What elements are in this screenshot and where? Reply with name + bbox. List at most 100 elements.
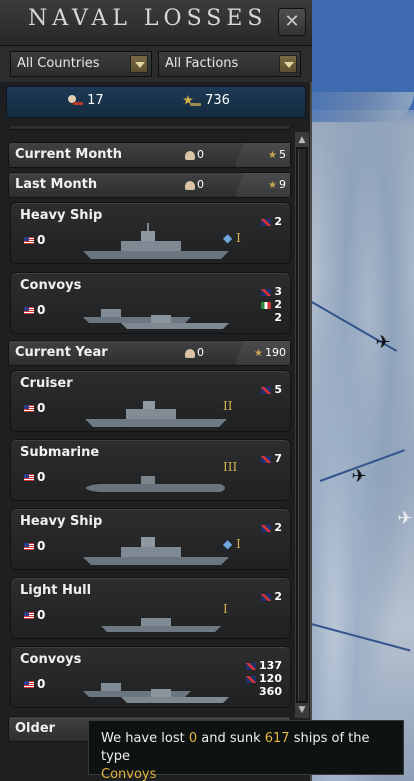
rank-badge: I [223,602,228,616]
plane-icon[interactable]: ✈ [348,466,370,488]
group-sunk: ★ 9 [268,178,286,191]
chevron-down-icon [130,55,148,73]
ship-card-light-hull[interactable]: Light Hull 0 I 2 [10,577,291,639]
naval-losses-panel: Naval Losses ✕ All Countries All Faction… [0,0,312,781]
uk-flag-icon [261,455,272,463]
uk-flag-icon [261,593,272,601]
uk-flag-icon [261,386,272,394]
ship-card-heavy-ship[interactable]: Heavy Ship 0 ◆ I 2 [10,202,291,264]
ship-lost: 0 [24,677,45,691]
country-dropdown[interactable]: All Countries [10,51,152,77]
us-flag-icon [24,307,34,314]
faction-dropdown-value: All Factions [165,56,239,71]
plane-icon[interactable]: ✈ [394,508,414,530]
star-ship-icon [183,94,201,106]
total-sunk[interactable]: 736 [183,93,230,108]
panel-title: Naval Losses [28,6,268,31]
ship-card-convoys[interactable]: Convoys 0 3 2 2 [10,272,291,334]
cruiser-ship-icon [85,401,227,427]
star-icon: ★ [268,179,277,191]
title-bar: Naval Losses ✕ [0,0,312,46]
ship-lost: 0 [24,470,45,484]
sunk-total: 360 [259,685,282,698]
us-flag-icon [24,681,34,688]
skull-icon [185,150,195,160]
convoy-tooltip: We have lost 0 and sunk 617 ships of the… [88,720,404,781]
submarine-icon [85,476,225,492]
country-dropdown-value: All Countries [17,56,100,71]
sunk-list: 3 2 2 [261,285,282,324]
uk-flag-icon [261,218,272,226]
group-label: Current Year [15,345,108,360]
group-label: Current Month [15,147,123,162]
scroll-up-button[interactable]: ▲ [296,133,308,147]
ship-type-label: Convoys [20,278,82,293]
scroll-down-button[interactable]: ▼ [296,703,308,717]
total-lost-value: 17 [87,93,104,108]
italy-flag-icon [261,301,272,309]
plane-icon[interactable]: ✈ [372,332,394,354]
group-current-year[interactable]: Current Year 0 ★ 190 [8,340,291,366]
sunk-total: 2 [274,311,282,324]
close-icon: ✕ [284,11,300,32]
uk-flag-icon [246,662,257,670]
sunk-list: 2 [261,215,282,228]
group-label: Last Month [15,177,98,192]
heavy-ship-icon [83,537,229,565]
group-last-month[interactable]: Last Month 0 ★ 9 [8,172,291,198]
list-scrollbar[interactable]: ▲ ▼ [295,132,309,718]
ship-card-heavy-ship[interactable]: Heavy Ship 0 ◆ I 2 [10,508,291,570]
tooltip-middle: and sunk [197,731,265,746]
group-header-hidden [8,126,291,130]
group-lost: 0 [185,178,204,191]
ship-type-label: Cruiser [20,376,73,391]
tooltip-lost: 0 [188,731,198,746]
tooltip-prefix: We have lost [101,731,189,746]
uk-flag-icon [261,524,272,532]
ship-lost: 0 [24,608,45,622]
us-flag-icon [24,474,34,481]
star-icon: ★ [268,149,277,161]
sunk-list: 2 [261,590,282,603]
rank-badge: II [223,399,233,413]
skull-icon [185,180,195,190]
us-flag-icon [24,237,34,244]
faction-dropdown[interactable]: All Factions [158,51,301,77]
close-button[interactable]: ✕ [278,8,306,36]
totals-bar: 17 736 [6,86,306,118]
convoy-ship-icon [83,309,229,329]
filter-bar: All Countries All Factions [0,46,312,82]
group-current-month[interactable]: Current Month 0 ★ 5 [8,142,291,168]
us-flag-icon [24,612,34,619]
sunk-list: 2 [261,521,282,534]
group-sunk: ★ 190 [254,346,286,359]
ship-lost: 0 [24,233,45,247]
sunk-list: 7 [261,452,282,465]
rank-badge: III [223,460,238,474]
total-sunk-value: 736 [205,93,230,108]
skull-ship-icon [68,94,83,105]
uk-flag-icon [246,675,257,683]
river [299,620,411,652]
star-icon: ★ [254,347,263,359]
ship-lost: 0 [24,303,45,317]
convoy-ship-icon [83,683,229,703]
ship-card-convoys[interactable]: Convoys 0 137 120 360 [10,646,291,708]
ship-card-cruiser[interactable]: Cruiser 0 II 5 [10,370,291,432]
us-flag-icon [24,543,34,550]
coastline [300,92,414,122]
sunk-list: 137 120 360 [246,659,282,698]
group-sunk: ★ 5 [268,148,286,161]
world-map[interactable]: ✈ ✈ ✈ [299,0,414,781]
tooltip-sunk: 617 [264,731,290,746]
scroll-thumb[interactable] [298,149,306,701]
us-flag-icon [24,405,34,412]
uk-flag-icon [261,288,272,296]
group-label: Older [15,721,56,736]
losses-list[interactable]: Current Month 0 ★ 5 Last Month 0 ★ 9 Heavy… [8,126,293,781]
ship-lost: 0 [24,401,45,415]
ship-card-submarine[interactable]: Submarine 0 III 7 [10,439,291,501]
skull-icon [185,348,195,358]
total-lost[interactable]: 17 [67,93,104,108]
rank-badge: ◆ I [223,231,241,245]
